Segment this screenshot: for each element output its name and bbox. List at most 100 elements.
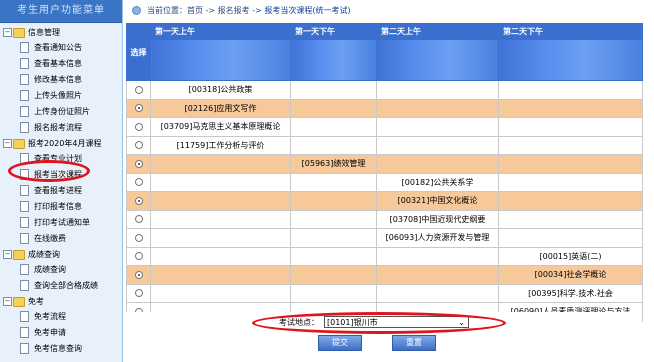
- highlight-oval: [252, 312, 506, 334]
- course-cell: [290, 265, 377, 285]
- course-cell: [376, 283, 499, 303]
- select-cell[interactable]: [126, 154, 151, 174]
- select-cell[interactable]: [126, 135, 151, 155]
- document-icon: [20, 185, 29, 196]
- radio-selected[interactable]: [134, 159, 143, 168]
- table-row[interactable]: [00034]社会学概论: [126, 265, 643, 285]
- course-cell: [00318]公共政策: [150, 80, 291, 100]
- radio-selected[interactable]: [134, 270, 143, 279]
- course-cell: [290, 80, 377, 100]
- collapse-icon[interactable]: −: [3, 297, 12, 306]
- document-icon: [20, 58, 29, 69]
- course-cell: [00395]科学.技术.社会: [498, 283, 643, 303]
- table-row[interactable]: [11759]工作分析与评价: [126, 135, 643, 155]
- select-cell[interactable]: [126, 98, 151, 118]
- radio-unselected[interactable]: [134, 85, 143, 94]
- column-header: 第一天上午: [150, 23, 291, 40]
- table-row[interactable]: [00182]公共关系学: [126, 172, 643, 192]
- course-cell: [150, 172, 291, 192]
- sidebar-item[interactable]: 上传身份证照片: [0, 104, 122, 120]
- sidebar-item[interactable]: 上传头像照片: [0, 88, 122, 104]
- select-cell[interactable]: [126, 172, 151, 192]
- select-cell[interactable]: [126, 117, 151, 137]
- course-cell: [03708]中国近现代史纲要: [376, 209, 499, 229]
- radio-unselected[interactable]: [134, 289, 143, 298]
- sidebar-item[interactable]: 成绩查询: [0, 262, 122, 278]
- sidebar-item[interactable]: 修改基本信息: [0, 72, 122, 88]
- select-cell[interactable]: [126, 246, 151, 266]
- collapse-icon[interactable]: −: [3, 28, 12, 37]
- blurred-schedule-row: [127, 39, 643, 81]
- sidebar-item[interactable]: 查看报考进程: [0, 183, 122, 199]
- radio-unselected[interactable]: [134, 233, 143, 242]
- select-cell[interactable]: [126, 265, 151, 285]
- sidebar: 考生用户功能菜单 − 信息管理 查看通知公告 查看基本信息 修改基本信息 上传头像…: [0, 0, 123, 362]
- sidebar-item[interactable]: 在线缴费: [0, 231, 122, 247]
- course-cell: [376, 246, 499, 266]
- course-cell: [00321]中国文化概论: [376, 191, 499, 211]
- table-row[interactable]: [02126]应用文写作: [126, 98, 643, 118]
- collapse-icon[interactable]: −: [3, 250, 12, 259]
- table-row[interactable]: [06093]人力资源开发与管理: [126, 228, 643, 248]
- blurred-cell: [290, 39, 377, 81]
- table-row[interactable]: [03708]中国近现代史纲要: [126, 209, 643, 229]
- course-cell: [498, 209, 643, 229]
- sidebar-item[interactable]: 打印考试通知单: [0, 215, 122, 231]
- table-row[interactable]: [00321]中国文化概论: [126, 191, 643, 211]
- submit-button[interactable]: 提交: [318, 335, 362, 351]
- sidebar-group-info[interactable]: − 信息管理: [0, 25, 122, 40]
- blurred-cell: [150, 39, 291, 81]
- course-cell: [376, 154, 499, 174]
- course-cell: [150, 228, 291, 248]
- sidebar-item[interactable]: 免考申请: [0, 325, 122, 341]
- course-cell: [290, 172, 377, 192]
- course-cell: [150, 283, 291, 303]
- radio-unselected[interactable]: [134, 252, 143, 261]
- course-cell: [290, 117, 377, 137]
- course-cell: [150, 265, 291, 285]
- radio-unselected[interactable]: [134, 215, 143, 224]
- sidebar-item[interactable]: 查询全部合格成绩: [0, 278, 122, 294]
- sidebar-tree: − 信息管理 查看通知公告 查看基本信息 修改基本信息 上传头像照片 上传身份证照…: [0, 23, 122, 357]
- sidebar-group-exemption[interactable]: − 免考: [0, 294, 122, 309]
- sidebar-item[interactable]: 查看通知公告: [0, 40, 122, 56]
- table-row[interactable]: [05963]绩效管理: [126, 154, 643, 174]
- select-cell[interactable]: [126, 80, 151, 100]
- select-cell[interactable]: [126, 228, 151, 248]
- sidebar-group-scores[interactable]: − 成绩查询: [0, 247, 122, 262]
- table-row[interactable]: [03709]马克思主义基本原理概论: [126, 117, 643, 137]
- course-cell: [02126]应用文写作: [150, 98, 291, 118]
- table-row[interactable]: [00015]英语(二): [126, 246, 643, 266]
- select-cell[interactable]: [126, 191, 151, 211]
- select-cell[interactable]: [126, 209, 151, 229]
- course-cell: [150, 246, 291, 266]
- document-icon: [20, 264, 29, 275]
- breadcrumb-current[interactable]: 报考当次课程(统一考试): [264, 6, 350, 15]
- sidebar-item[interactable]: 免考信息查询: [0, 341, 122, 357]
- sidebar-item[interactable]: 报名报考流程: [0, 120, 122, 136]
- reset-button[interactable]: 重置: [392, 335, 436, 351]
- select-cell[interactable]: [126, 283, 151, 303]
- document-icon: [20, 311, 29, 322]
- sidebar-item[interactable]: 打印报考信息: [0, 199, 122, 215]
- course-cell: [498, 98, 643, 118]
- course-cell: [376, 98, 499, 118]
- sidebar-item[interactable]: 查看基本信息: [0, 56, 122, 72]
- course-cell: [376, 117, 499, 137]
- course-cell: [03709]马克思主义基本原理概论: [150, 117, 291, 137]
- course-table: 选择 第一天上午 第一天下午 第二天上午 第二天下午 [00318]公共政策 [0…: [126, 23, 643, 322]
- course-cell: [376, 265, 499, 285]
- document-icon: [20, 122, 29, 133]
- radio-unselected[interactable]: [134, 178, 143, 187]
- table-row[interactable]: [00395]科学.技术.社会: [126, 283, 643, 303]
- sidebar-item[interactable]: 免考流程: [0, 309, 122, 325]
- radio-selected[interactable]: [134, 196, 143, 205]
- radio-unselected[interactable]: [134, 141, 143, 150]
- sidebar-group-apply[interactable]: − 报考2020年4月课程: [0, 136, 122, 151]
- table-row[interactable]: [00318]公共政策: [126, 80, 643, 100]
- course-cell: [290, 191, 377, 211]
- course-cell: [498, 135, 643, 155]
- collapse-icon[interactable]: −: [3, 139, 12, 148]
- radio-unselected[interactable]: [134, 122, 143, 131]
- radio-selected[interactable]: [134, 104, 143, 113]
